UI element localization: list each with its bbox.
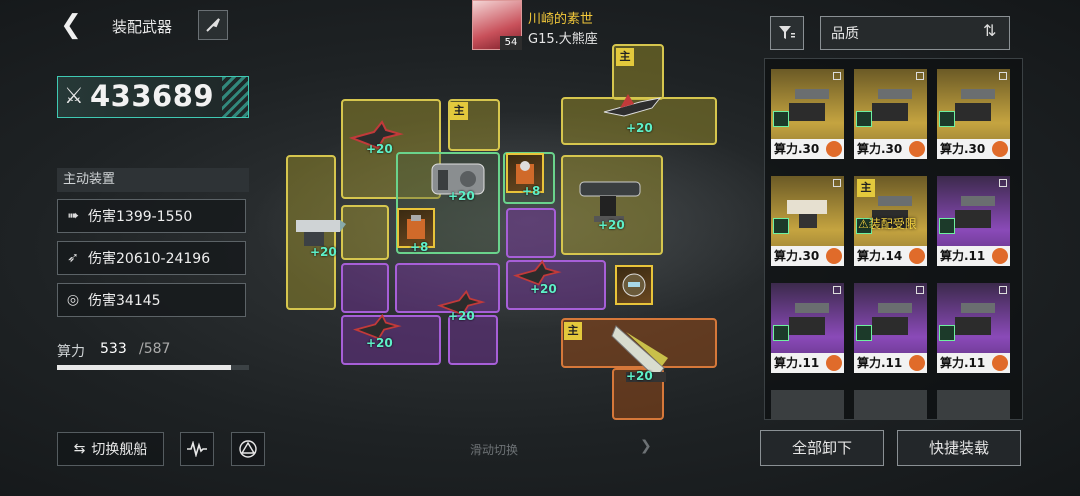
main-slot-tag: 主 (564, 322, 582, 340)
gear-icon (992, 141, 1008, 157)
pin-icon (833, 179, 841, 187)
slot-bonus: +20 (310, 245, 337, 259)
inventory-card[interactable] (854, 390, 927, 420)
combat-power-value: 433689 (90, 79, 215, 113)
capacity-total: /587 (139, 341, 171, 357)
ship-name: G15.大熊座 (528, 32, 598, 47)
slot-bonus: +20 (626, 369, 653, 383)
missile-icon: ➶ (67, 250, 79, 266)
inventory-card[interactable]: 算力.11 (854, 283, 927, 373)
pin-icon (999, 72, 1007, 80)
back-arrow-icon[interactable]: ❮ (56, 10, 86, 40)
slot-bonus: +20 (626, 121, 653, 135)
gatling-weapon-icon (296, 220, 346, 246)
equip-limit-label: 装配受限 (868, 217, 917, 231)
inventory-card[interactable]: 算力.30 (854, 69, 927, 159)
active-stat-row[interactable]: ➶ 伤害20610-24196 (57, 241, 246, 275)
gear-icon (992, 248, 1008, 264)
slot-bonus: +8 (410, 240, 429, 254)
upgrade-badge (773, 325, 789, 341)
inventory-card[interactable]: 算力.11 (937, 283, 1010, 373)
waveform-icon (187, 441, 207, 457)
commander-name: 川崎的素世 (528, 12, 594, 27)
page-title: 装配武器 (112, 18, 173, 36)
shield-module-icon (407, 215, 425, 239)
active-stat-text: 伤害1399-1550 (88, 209, 193, 225)
inventory-card[interactable]: 算力.11 (937, 176, 1010, 266)
main-slot-tag: 主 (616, 48, 634, 66)
switch-ship-button[interactable]: ⇆ 切换舰船 (57, 432, 164, 466)
sort-order-icon[interactable]: ⇅ (983, 21, 996, 40)
weapon-slot[interactable] (341, 205, 389, 260)
pin-icon (999, 179, 1007, 187)
inventory-card[interactable]: 算力.30 (937, 69, 1010, 159)
filter-icon (779, 26, 795, 39)
swipe-hint: 滑动切换 (470, 443, 519, 457)
slot-bonus: +20 (448, 189, 475, 203)
gear-icon (992, 355, 1008, 371)
chevron-right-icon[interactable]: ❯ (640, 438, 652, 454)
active-stat-text: 伤害34145 (88, 293, 161, 309)
crossed-swords-icon: ⚔ (64, 84, 84, 109)
active-stat-row[interactable]: ◎ 伤害34145 (57, 283, 246, 317)
upgrade-badge (773, 111, 789, 127)
upgrade-badge (773, 218, 789, 234)
gear-icon (826, 355, 842, 371)
filter-button[interactable] (770, 16, 804, 50)
inventory-card[interactable]: 算力.30 (771, 176, 844, 266)
inventory-card[interactable]: 算力.11 (771, 283, 844, 373)
quick-equip-button[interactable]: 快捷装载 (897, 430, 1021, 466)
rocket-icon[interactable] (198, 10, 228, 40)
gear-icon (909, 141, 925, 157)
upgrade-badge (939, 325, 955, 341)
upgrade-badge (856, 325, 872, 341)
upgrade-badge (939, 218, 955, 234)
swap-icon: ⇆ (73, 441, 86, 457)
capacity-bar-fill (57, 365, 232, 370)
pin-icon (916, 286, 924, 294)
capacity-label: 算力 (57, 344, 85, 360)
pin-icon (999, 286, 1007, 294)
weapon-slot[interactable] (341, 263, 389, 313)
switch-ship-label: 切换舰船 (91, 442, 148, 458)
slot-bonus: +20 (448, 309, 475, 323)
inventory-card[interactable]: 算力.30 (771, 69, 844, 159)
gear-icon (909, 355, 925, 371)
sort-dropdown[interactable]: 品质 (820, 16, 1010, 50)
active-stat-row[interactable]: ➠ 伤害1399-1550 (57, 199, 246, 233)
gear-module-icon (516, 161, 534, 184)
helmet-module-icon (622, 273, 646, 297)
equip-limit-warning: ⚠装配受限 (858, 217, 917, 231)
active-stat-text: 伤害20610-24196 (88, 251, 211, 267)
slot-bonus: +8 (522, 184, 541, 198)
pin-icon (833, 72, 841, 80)
sort-label: 品质 (831, 26, 859, 42)
upgrade-badge (856, 111, 872, 127)
pin-icon (833, 286, 841, 294)
weapon-slot[interactable] (506, 208, 556, 258)
gear-icon (909, 248, 925, 264)
slot-bonus: +20 (598, 218, 625, 232)
active-equipment-header: 主动装置 (57, 168, 249, 192)
triangle-ai-icon (239, 440, 257, 458)
dash-icon: ➠ (67, 208, 79, 224)
commander-level-badge: 54 (500, 36, 522, 50)
module-slot[interactable] (615, 265, 653, 305)
inventory-card[interactable] (771, 390, 844, 420)
slot-bonus: +20 (366, 142, 393, 156)
capacity-used: 533 (100, 341, 127, 357)
slot-bonus: +20 (366, 336, 393, 350)
upgrade-badge (939, 111, 955, 127)
waveform-button[interactable] (180, 432, 214, 466)
gear-icon (826, 141, 842, 157)
unequip-all-button[interactable]: 全部卸下 (760, 430, 884, 466)
gear-icon (826, 248, 842, 264)
main-slot-tag: 主 (450, 102, 468, 120)
slot-bonus: +20 (530, 282, 557, 296)
inventory-card[interactable] (937, 390, 1010, 420)
pin-icon (916, 72, 924, 80)
ai-assist-button[interactable] (231, 432, 265, 466)
target-icon: ◎ (66, 292, 80, 308)
